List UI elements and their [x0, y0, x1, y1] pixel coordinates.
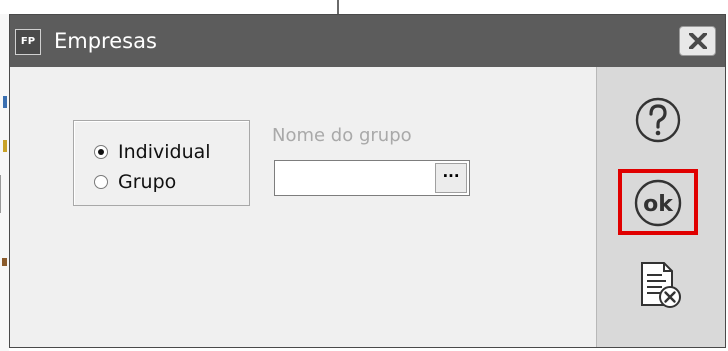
- ok-button[interactable]: ok: [618, 169, 698, 235]
- type-options-group: Individual Grupo: [73, 120, 250, 206]
- app-icon: FP: [15, 29, 41, 55]
- browse-button[interactable]: ···: [435, 163, 467, 193]
- close-button[interactable]: [679, 26, 716, 56]
- group-name-label: Nome do grupo: [272, 125, 412, 146]
- background-divider: [337, 0, 339, 14]
- group-name-input[interactable]: [277, 163, 439, 193]
- dialog-title: Empresas: [54, 29, 157, 53]
- svg-text:ok: ok: [643, 192, 674, 217]
- ok-icon: ok: [634, 179, 682, 227]
- grupo-label[interactable]: Grupo: [118, 171, 176, 193]
- help-icon: [635, 97, 681, 143]
- cancel-document-icon: [641, 262, 681, 308]
- background-item-marker: [3, 140, 7, 152]
- background-item-marker: [3, 96, 7, 108]
- option-grupo[interactable]: Grupo: [94, 169, 176, 195]
- dialog-content: Individual Grupo Nome do grupo ···: [10, 67, 596, 347]
- option-individual[interactable]: Individual: [94, 139, 211, 165]
- grupo-radio[interactable]: [94, 175, 108, 189]
- empresas-dialog: FP Empresas Individual Grupo Nome do gru…: [9, 14, 726, 348]
- help-button[interactable]: [630, 93, 686, 149]
- group-name-field[interactable]: ···: [274, 160, 470, 196]
- close-icon: [689, 33, 707, 49]
- cancel-button[interactable]: [630, 257, 686, 313]
- title-bar[interactable]: FP Empresas: [10, 15, 725, 67]
- background-item-marker: [2, 258, 7, 266]
- individual-label[interactable]: Individual: [118, 141, 211, 163]
- action-toolbar: ok: [596, 67, 725, 347]
- individual-radio[interactable]: [94, 145, 108, 159]
